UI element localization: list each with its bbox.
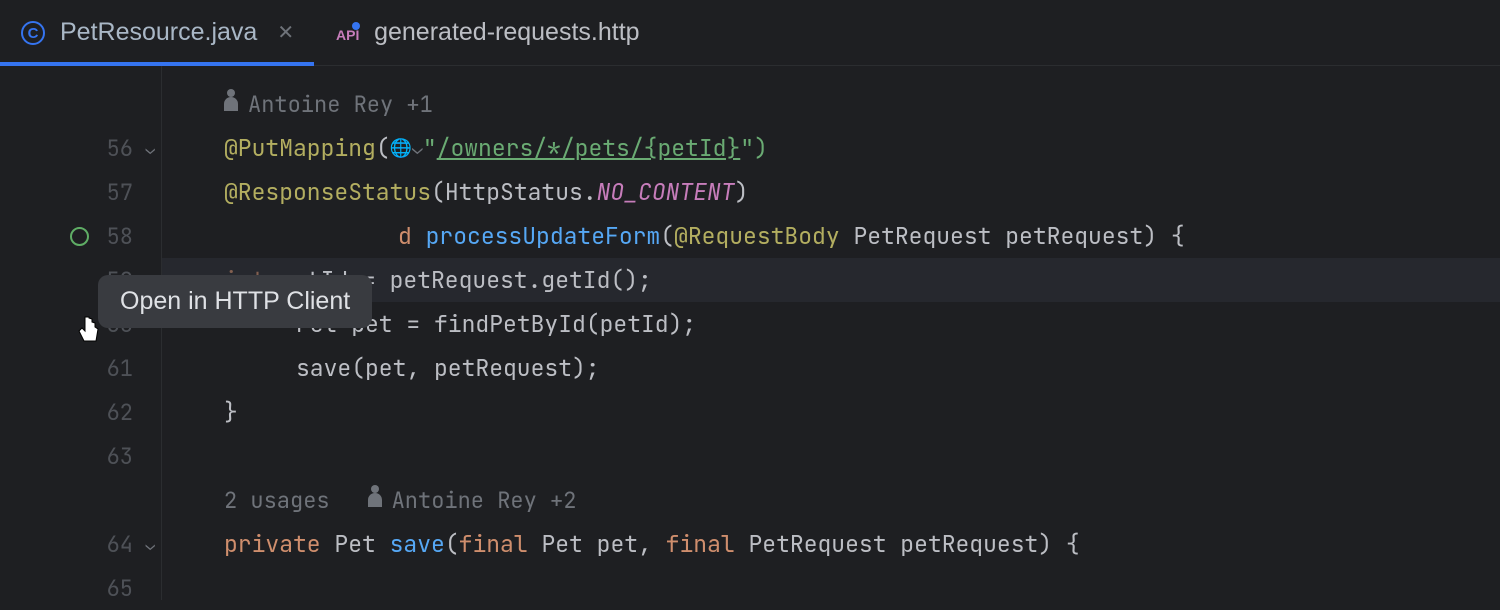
code-line[interactable]: @ResponseStatus(HttpStatus.NO_CONTENT) (224, 170, 1500, 214)
gutter-line[interactable]: 56 ⌄ (0, 126, 161, 170)
chevron-down-icon[interactable]: ⌄ (145, 138, 155, 159)
code-line[interactable] (224, 434, 1500, 478)
tooltip-open-http-client[interactable]: Open in HTTP Client (98, 275, 372, 328)
code-line[interactable]: private Pet save(final Pet pet, final Pe… (224, 522, 1500, 566)
code-lens-author[interactable]: Antoine Rey +1 (224, 82, 1500, 126)
author-text: Antoine Rey +1 (248, 90, 433, 119)
tab-petresource[interactable]: C PetResource.java ✕ (0, 0, 314, 65)
line-number: 63 (107, 442, 133, 471)
globe-icon[interactable]: 🌐⌄ (390, 137, 423, 160)
code-area[interactable]: Antoine Rey +1 @PutMapping(🌐⌄"/owners/*/… (162, 66, 1500, 600)
gutter-line[interactable]: 57 (0, 170, 161, 214)
author-text: Antoine Rey +2 (392, 486, 577, 515)
person-icon (368, 493, 382, 507)
person-icon (224, 97, 238, 111)
line-number: 58 (107, 222, 133, 251)
code-line[interactable]: } (224, 390, 1500, 434)
tab-bar: C PetResource.java ✕ API generated-reque… (0, 0, 1500, 66)
editor: 56 ⌄ 57 58 59 💡 60 61 62 63 64 ⌄ 65 Anto… (0, 66, 1500, 600)
line-number: 57 (107, 178, 133, 207)
api-icon: API (334, 20, 360, 46)
code-line[interactable]: d processUpdateForm(@RequestBody PetRequ… (224, 214, 1500, 258)
gutter-line[interactable]: 65 (0, 566, 161, 610)
gutter-line[interactable]: 58 (0, 214, 161, 258)
line-number: 65 (107, 574, 133, 603)
line-number: 64 (107, 530, 133, 559)
svg-text:C: C (28, 25, 39, 42)
cursor-hand-icon (76, 313, 106, 358)
code-line[interactable]: Pet pet = findPetById(petId); (224, 302, 1500, 346)
line-number: 56 (107, 134, 133, 163)
usages-text[interactable]: 2 usages (224, 486, 330, 515)
gutter-line[interactable]: 63 (0, 434, 161, 478)
close-icon[interactable]: ✕ (277, 20, 294, 45)
class-icon: C (20, 20, 46, 46)
tooltip-label: Open in HTTP Client (120, 287, 350, 315)
line-number: 62 (107, 398, 133, 427)
gutter-line[interactable]: 64 ⌄ (0, 522, 161, 566)
tab-label: PetResource.java (60, 18, 257, 47)
code-lens-usages[interactable]: 2 usages Antoine Rey +2 (224, 478, 1500, 522)
chevron-down-icon[interactable]: ⌄ (145, 534, 155, 555)
gutter-line[interactable]: 62 (0, 390, 161, 434)
run-endpoint-icon[interactable] (70, 227, 89, 246)
line-number: 61 (107, 354, 133, 383)
code-line[interactable]: @PutMapping(🌐⌄"/owners/*/pets/{petId}") (224, 126, 1500, 170)
code-line[interactable]: save(pet, petRequest); (224, 346, 1500, 390)
tab-label: generated-requests.http (374, 18, 639, 47)
tab-generated-requests[interactable]: API generated-requests.http (314, 0, 659, 65)
